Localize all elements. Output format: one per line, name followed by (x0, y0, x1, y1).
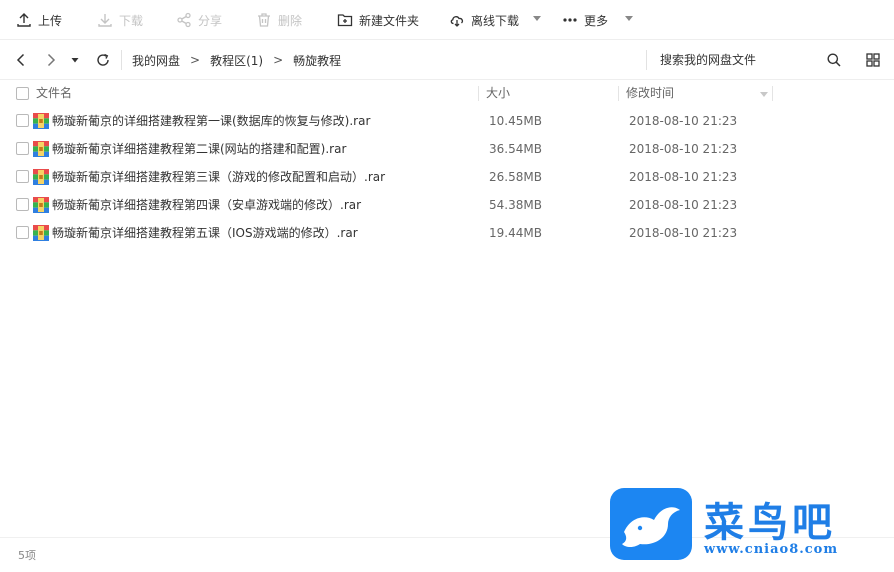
more-dropdown-caret[interactable] (625, 16, 633, 21)
breadcrumb-separator: > (273, 53, 284, 67)
more-label: 更多 (584, 13, 609, 28)
table-row[interactable]: 畅璇新葡京的详细搭建教程第一课(数据库的恢复与修改).rar 10.45MB 2… (0, 107, 894, 135)
breadcrumb-item-current-folder: 畅旋教程 (293, 53, 342, 68)
search-button[interactable] (824, 50, 844, 70)
divider (646, 50, 647, 70)
table-row[interactable]: 畅璇新葡京详细搭建教程第二课(网站的搭建和配置).rar 36.54MB 201… (0, 135, 894, 163)
offline-download-button[interactable]: 离线下载 (449, 0, 519, 40)
file-name[interactable]: 畅璇新葡京详细搭建教程第四课（安卓游戏端的修改）.rar (52, 191, 361, 219)
upload-icon (17, 13, 31, 27)
new-folder-label: 新建文件夹 (359, 13, 420, 28)
file-name[interactable]: 畅璇新葡京详细搭建教程第三课（游戏的修改配置和启动）.rar (52, 163, 385, 191)
breadcrumb-separator: > (190, 53, 201, 67)
divider (121, 50, 122, 70)
file-modified-time: 2018-08-10 21:23 (629, 114, 738, 128)
cloud-download-icon (450, 16, 464, 27)
share-button[interactable]: 分享 (176, 0, 222, 40)
table-row[interactable]: 畅璇新葡京详细搭建教程第五课（IOS游戏端的修改）.rar 19.44MB 20… (0, 219, 894, 247)
breadcrumb-item-tutorial-area[interactable]: 教程区(1) (210, 52, 263, 69)
file-modified-time: 2018-08-10 21:23 (629, 170, 738, 184)
file-name[interactable]: 畅璇新葡京的详细搭建教程第一课(数据库的恢复与修改).rar (52, 107, 370, 135)
column-divider[interactable] (618, 86, 619, 101)
back-button[interactable] (11, 50, 31, 70)
item-count: 5项 (18, 549, 36, 562)
offline-download-label: 离线下载 (471, 13, 520, 28)
rar-archive-icon (33, 225, 49, 241)
file-modified-time: 2018-08-10 21:23 (629, 142, 738, 156)
download-label: 下载 (119, 13, 144, 28)
view-toggle-button[interactable] (863, 50, 883, 70)
share-label: 分享 (198, 13, 223, 28)
watermark: 菜鸟吧 www.cniao8.com (600, 480, 894, 572)
more-dots-icon (563, 18, 577, 22)
upload-label: 上传 (38, 13, 63, 28)
file-size: 54.38MB (489, 198, 542, 212)
upload-button[interactable]: 上传 (16, 0, 62, 40)
chevron-left-icon (16, 53, 25, 67)
toolbar: 上传 下载 分享 删除 新建文件夹 离线下载 更多 (0, 0, 894, 40)
grid-view-icon (866, 53, 880, 67)
file-name[interactable]: 畅璇新葡京详细搭建教程第二课(网站的搭建和配置).rar (52, 135, 346, 163)
trash-icon (258, 13, 270, 27)
column-divider[interactable] (772, 86, 773, 101)
column-header-size[interactable]: 大小 (486, 80, 510, 107)
watermark-logo (610, 488, 692, 560)
row-checkbox[interactable] (16, 142, 29, 155)
file-modified-time: 2018-08-10 21:23 (629, 198, 738, 212)
file-size: 36.54MB (489, 142, 542, 156)
chevron-right-icon (47, 53, 56, 67)
navigation-bar: 我的网盘 > 教程区(1) > 畅旋教程 搜索我的网盘文件 (0, 40, 894, 80)
refresh-button[interactable] (93, 50, 113, 70)
watermark-title: 菜鸟吧 (704, 499, 836, 546)
search-icon (827, 53, 841, 67)
forward-button[interactable] (41, 50, 61, 70)
sort-caret-icon[interactable] (760, 92, 768, 97)
row-checkbox[interactable] (16, 226, 29, 239)
select-all-checkbox[interactable] (16, 87, 29, 100)
row-checkbox[interactable] (16, 114, 29, 127)
rar-archive-icon (33, 169, 49, 185)
breadcrumb: 我的网盘 > 教程区(1) > 畅旋教程 (132, 40, 341, 80)
search-input[interactable]: 搜索我的网盘文件 (660, 40, 756, 80)
breadcrumb-item-my-drive[interactable]: 我的网盘 (132, 52, 180, 69)
row-checkbox[interactable] (16, 198, 29, 211)
offline-download-dropdown-caret[interactable] (533, 16, 541, 21)
rar-archive-icon (33, 113, 49, 129)
table-row[interactable]: 畅璇新葡京详细搭建教程第四课（安卓游戏端的修改）.rar 54.38MB 201… (0, 191, 894, 219)
column-header-name[interactable]: 文件名 (36, 80, 72, 107)
file-size: 26.58MB (489, 170, 542, 184)
download-button[interactable]: 下载 (97, 0, 143, 40)
file-size: 10.45MB (489, 114, 542, 128)
history-dropdown-button[interactable] (65, 50, 85, 70)
download-icon (98, 14, 112, 27)
new-folder-icon (337, 14, 353, 27)
file-name[interactable]: 畅璇新葡京详细搭建教程第五课（IOS游戏端的修改）.rar (52, 219, 358, 247)
row-checkbox[interactable] (16, 170, 29, 183)
column-divider[interactable] (478, 86, 479, 101)
more-button[interactable]: 更多 (562, 0, 608, 40)
file-size: 19.44MB (489, 226, 542, 240)
file-modified-time: 2018-08-10 21:23 (629, 226, 738, 240)
table-row[interactable]: 畅璇新葡京详细搭建教程第三课（游戏的修改配置和启动）.rar 26.58MB 2… (0, 163, 894, 191)
caret-down-icon (71, 58, 79, 63)
delete-button[interactable]: 删除 (256, 0, 302, 40)
rar-archive-icon (33, 141, 49, 157)
share-icon (177, 12, 191, 28)
refresh-icon (97, 53, 109, 66)
watermark-url: www.cniao8.com (704, 542, 839, 557)
rar-archive-icon (33, 197, 49, 213)
delete-label: 删除 (278, 13, 303, 28)
new-folder-button[interactable]: 新建文件夹 (337, 0, 419, 40)
column-header-modified[interactable]: 修改时间 (626, 80, 674, 107)
bird-icon (622, 507, 680, 547)
